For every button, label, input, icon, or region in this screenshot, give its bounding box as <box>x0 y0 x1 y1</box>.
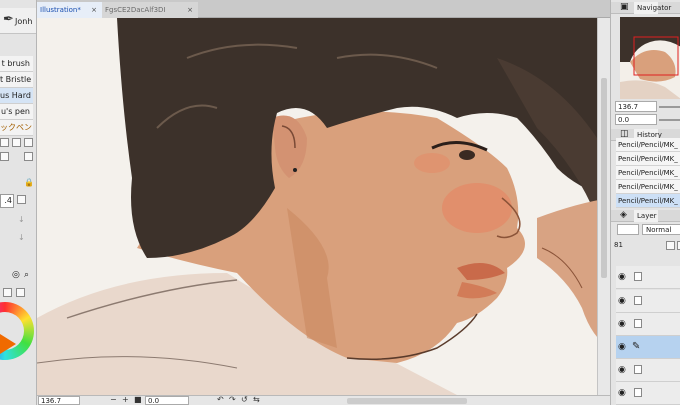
right-panel: ▣ Navigator 136.7 0.0 ◫ History Pencil/P… <box>610 0 680 405</box>
layer-row[interactable]: ◉ <box>616 359 680 382</box>
navigator-thumbnail <box>620 17 680 99</box>
brush-item[interactable]: ックペン <box>0 120 33 136</box>
arrow-down-icon[interactable]: ↓ <box>18 233 25 242</box>
layer-row[interactable]: ◉ <box>616 290 680 313</box>
pen-icon: ✎ <box>632 341 641 352</box>
main-color-indicator[interactable] <box>0 334 16 354</box>
rotation-field[interactable]: 0.0 <box>145 396 189 405</box>
brush-item[interactable]: us Hard <box>0 88 33 104</box>
color-swatch-icon[interactable] <box>16 288 25 297</box>
scrollbar-thumb[interactable] <box>601 78 607 278</box>
color-target-icon[interactable]: ◎ <box>12 270 20 280</box>
layer-checkbox[interactable] <box>634 388 642 397</box>
tab-illustration[interactable]: Illustration* × <box>37 2 102 18</box>
history-item[interactable]: Pencil/Pencil/MK_ <box>616 152 680 166</box>
layer-checkbox[interactable] <box>634 365 642 374</box>
flip-icon[interactable]: ⇆ <box>253 395 260 404</box>
zoom-slider[interactable] <box>659 106 680 108</box>
navigator-zoom-field[interactable]: 136.7 <box>615 101 657 112</box>
copy-brush-icon[interactable] <box>12 138 21 147</box>
lock-layer-icon[interactable] <box>666 241 675 250</box>
tab-label: FgsCE2DacAlf3DI <box>105 6 166 14</box>
layer-row-selected[interactable]: ◉ ✎ <box>616 336 680 359</box>
history-item[interactable]: Pencil/Pencil/MK_ <box>616 194 680 208</box>
history-item[interactable]: Pencil/Pencil/MK_ <box>616 180 680 194</box>
tool-panel: ✒ Jonh t brush t Bristle us Hard u's pen… <box>0 0 37 405</box>
visibility-eye-icon[interactable]: ◉ <box>618 365 626 375</box>
document-tabs: Illustration* × FgsCE2DacAlf3DI × <box>37 0 610 18</box>
panel-title: Navigator <box>634 2 671 14</box>
opacity-value: 81 <box>614 241 623 249</box>
close-icon[interactable]: × <box>187 2 193 18</box>
arrow-down-icon[interactable]: ↓ <box>18 215 25 224</box>
status-bar: 136.7 − + ■ 0.0 ↶ ↷ ↺ ⇆ <box>37 395 610 405</box>
tab-file[interactable]: FgsCE2DacAlf3DI × <box>102 2 198 18</box>
visibility-eye-icon[interactable]: ◉ <box>618 272 626 282</box>
visibility-eye-icon[interactable]: ◉ <box>618 296 626 306</box>
artwork-illustration <box>37 18 610 395</box>
visibility-eye-icon[interactable]: ◉ <box>618 388 626 398</box>
layer-row[interactable]: ◉ <box>616 313 680 336</box>
reset-icon[interactable]: ↺ <box>241 395 248 404</box>
visibility-eye-icon[interactable]: ◉ <box>618 342 626 352</box>
settings-icon[interactable] <box>0 152 9 161</box>
new-brush-icon[interactable] <box>0 138 9 147</box>
tab-label: Illustration* <box>40 6 81 14</box>
edit-icon[interactable] <box>24 152 33 161</box>
brush-header[interactable]: ✒ Jonh <box>0 8 36 34</box>
minus-icon[interactable]: − <box>110 395 117 404</box>
rotation-slider[interactable] <box>659 119 680 121</box>
delete-brush-icon[interactable] <box>24 138 33 147</box>
zoom-field[interactable]: 136.7 <box>38 396 80 405</box>
stop-icon[interactable]: ■ <box>134 395 142 404</box>
close-icon[interactable]: × <box>91 2 97 18</box>
horizontal-scrollbar[interactable] <box>347 398 467 404</box>
rotate-right-icon[interactable]: ↷ <box>229 395 236 404</box>
navigator-header[interactable]: ▣ Navigator <box>611 2 680 14</box>
blend-mode-select[interactable]: Normal <box>642 224 680 235</box>
layer-checkbox[interactable] <box>634 272 642 281</box>
brush-item[interactable]: u's pen <box>0 104 33 120</box>
rotate-left-icon[interactable]: ↶ <box>217 395 224 404</box>
layer-checkbox[interactable] <box>634 319 642 328</box>
layer-row[interactable]: ◉ <box>616 382 680 405</box>
navigator-icon: ▣ <box>620 2 629 12</box>
pen-icon: ✒ <box>3 12 14 27</box>
layer-row[interactable]: ◉ <box>616 266 680 289</box>
navigator-preview[interactable] <box>620 17 680 99</box>
layer-toolbar: 81 <box>614 241 680 251</box>
visibility-eye-icon[interactable]: ◉ <box>618 319 626 329</box>
search-icon[interactable]: ⌕ <box>24 270 29 280</box>
history-item[interactable]: Pencil/Pencil/MK_ <box>616 166 680 180</box>
layer-icon: ◈ <box>620 210 627 220</box>
navigator-rotation-field[interactable]: 0.0 <box>615 114 657 125</box>
chevron-down-icon[interactable] <box>17 195 26 204</box>
panel-title: Layer <box>634 210 658 222</box>
layer-color-box[interactable] <box>617 224 639 235</box>
vertical-scrollbar[interactable] <box>597 18 610 395</box>
brush-name: Jonh <box>15 17 33 26</box>
brush-item[interactable]: t brush <box>0 56 33 72</box>
layer-header[interactable]: ◈ Layer <box>611 210 680 222</box>
brush-item[interactable]: t Bristle <box>0 72 33 88</box>
plus-icon[interactable]: + <box>122 395 129 404</box>
drawing-canvas[interactable] <box>37 18 610 395</box>
brush-size-field[interactable]: .4 <box>0 194 14 208</box>
layer-checkbox[interactable] <box>634 296 642 305</box>
color-swatch-icon[interactable] <box>3 288 12 297</box>
history-item[interactable]: Pencil/Pencil/MK_ <box>616 138 680 152</box>
lock-icon[interactable]: 🔒 <box>24 178 34 187</box>
